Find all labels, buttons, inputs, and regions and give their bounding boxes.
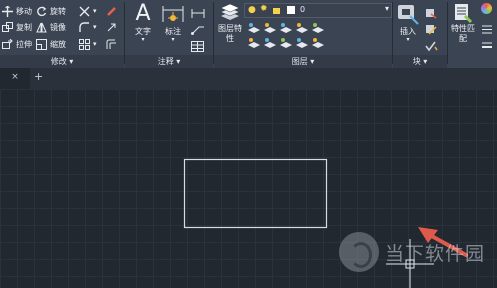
modify-panel: 移动 旋转 修剪▾ 复制 镜像 [0,0,124,68]
chevron-down-icon: ▾ [384,4,389,13]
copy-icon [2,21,13,33]
rotate-icon [36,6,47,17]
explode-icon [106,22,117,33]
drawn-rectangle [183,158,328,229]
fillet-icon [79,21,90,33]
trim-button[interactable]: 修剪▾ [79,4,97,18]
offset-icon [106,39,117,50]
match-properties-icon [450,2,476,24]
layers-panel-title[interactable]: 图层 ▾ [214,55,392,68]
drawing-tab[interactable]: × [0,68,30,89]
move-icon [2,5,13,17]
offset-button[interactable] [106,37,120,51]
layers-stack-icon [217,2,243,24]
copy-button[interactable]: 复制 [2,20,32,34]
rotate-button[interactable]: 旋转 [36,4,66,18]
stretch-icon [2,38,13,50]
trim-icon [79,6,90,17]
color-wheel-icon[interactable] [481,3,492,14]
layer-dropdown[interactable]: ● ✹ 0 ▾ [244,3,392,18]
dimension-icon [160,2,186,26]
block-attribute-icon[interactable] [425,37,439,56]
annotation-panel-title[interactable]: 注释 ▾ [125,55,213,68]
insert-block-icon [395,2,421,26]
move-button[interactable]: 移动 [2,4,32,18]
explode-button[interactable] [106,20,120,34]
block-panel: 插入 ▾ 块 ▾ [393,0,447,68]
new-tab-button[interactable]: + [34,70,43,83]
fillet-button[interactable]: 圆角▾ [79,20,97,34]
ribbon: 移动 旋转 修剪▾ 复制 镜像 [0,0,497,69]
scale-icon [36,38,47,50]
insert-button[interactable]: 插入 ▾ [395,2,421,43]
stretch-button[interactable]: 拉伸 [2,37,32,51]
erase-button[interactable] [106,4,120,18]
color-swatch-icon [287,6,295,14]
close-icon[interactable]: × [11,72,19,82]
array-icon [79,38,90,50]
watermark-logo [338,232,379,272]
scale-button[interactable]: 缩放 [36,37,66,51]
sun-icon: ✹ [260,4,268,14]
layer-tools [246,21,386,53]
bulb-icon: ● [248,5,256,15]
text-button[interactable]: A 文字 ▾ [132,2,154,43]
properties-panel: 特性匹配 [448,0,497,68]
watermark: 当下软件园 [338,232,485,272]
array-button[interactable]: 阵列▾ [79,37,97,51]
layer-properties-button[interactable]: 图层特性 [217,2,243,44]
lineweight-icon[interactable] [481,37,493,56]
table-icon[interactable] [191,37,204,56]
text-icon: A [135,1,151,26]
file-tab-bar: × + [0,68,497,89]
lock-icon [273,8,280,14]
dimension-button[interactable]: 标注 ▾ [160,2,186,43]
annotation-panel: A 文字 ▾ 标注 ▾ 注释 ▾ [125,0,213,68]
pencil-icon [106,6,117,17]
match-properties-button[interactable]: 特性匹配 [450,2,476,44]
block-panel-title[interactable]: 块 ▾ [393,55,447,68]
modify-panel-title[interactable]: 修改 ▾ [0,55,124,68]
mirror-button[interactable]: 镜像 [36,20,66,34]
mirror-icon [36,22,47,33]
